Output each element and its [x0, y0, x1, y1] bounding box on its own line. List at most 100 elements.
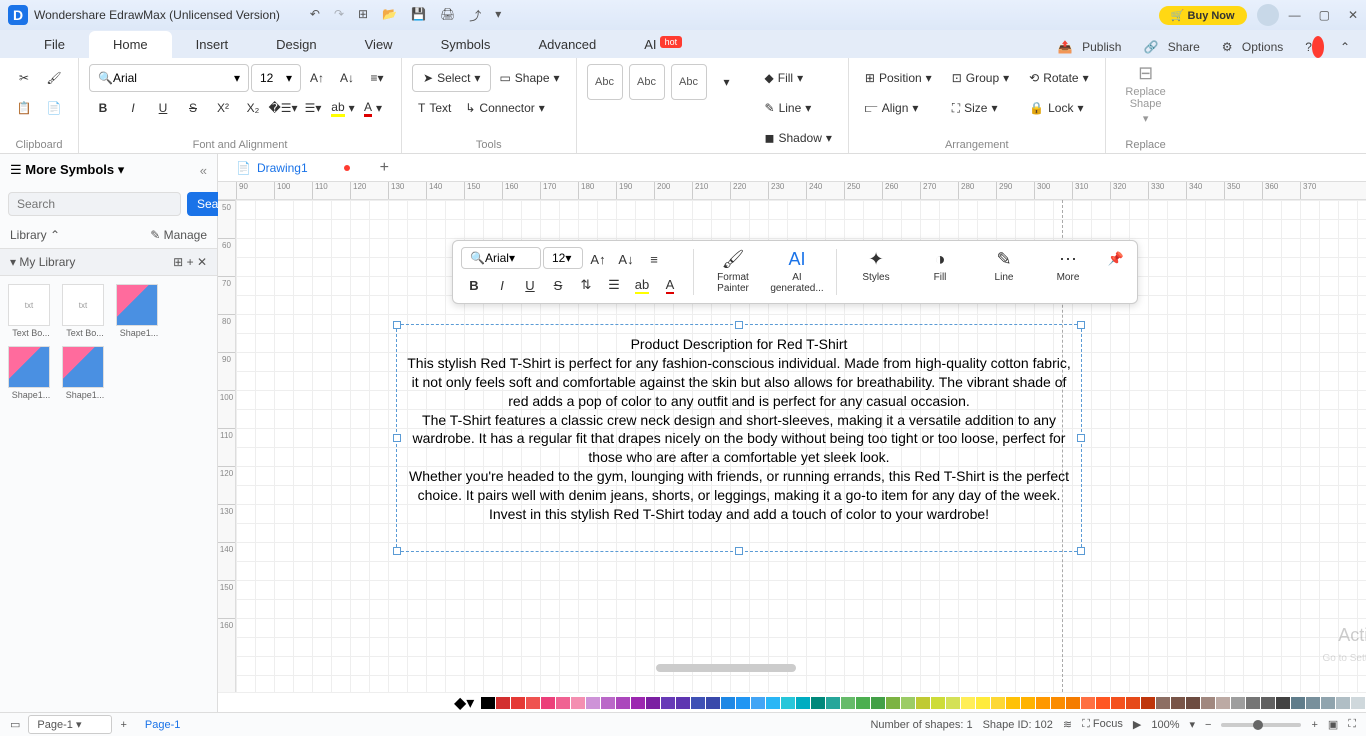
- color-swatch[interactable]: [1051, 697, 1065, 709]
- color-swatch[interactable]: [511, 697, 525, 709]
- color-swatch[interactable]: [586, 697, 600, 709]
- library-item[interactable]: Shape1...: [116, 284, 162, 338]
- hamburger-icon[interactable]: ☰: [10, 162, 22, 178]
- more-symbols-dropdown[interactable]: More Symbols ▾: [25, 162, 124, 178]
- paste-button[interactable]: 📄: [40, 94, 68, 122]
- color-swatch[interactable]: [826, 697, 840, 709]
- float-more[interactable]: ⋯More: [1039, 247, 1097, 285]
- format-painter-button[interactable]: 🖌: [40, 64, 68, 92]
- color-swatch[interactable]: [1021, 697, 1035, 709]
- float-italic-button[interactable]: I: [489, 273, 515, 297]
- float-pin-icon[interactable]: 📌: [1103, 247, 1129, 271]
- lib-add-icon[interactable]: +: [187, 255, 194, 269]
- color-swatch[interactable]: [931, 697, 945, 709]
- color-swatch[interactable]: [1276, 697, 1290, 709]
- color-swatch[interactable]: [721, 697, 735, 709]
- print-icon[interactable]: 🖨: [440, 7, 455, 24]
- highlight-button[interactable]: ab▾: [329, 94, 357, 122]
- float-decrease-font-icon[interactable]: A↓: [613, 247, 639, 271]
- horizontal-scrollbar[interactable]: [656, 664, 796, 672]
- collapse-sidebar-icon[interactable]: «: [200, 163, 207, 178]
- save-icon[interactable]: 💾: [411, 7, 426, 24]
- styles-more-icon[interactable]: ▾: [713, 68, 741, 96]
- document-tab[interactable]: 📄 Drawing1: [228, 157, 370, 179]
- close-icon[interactable]: ✕: [1348, 8, 1358, 22]
- color-swatch[interactable]: [1261, 697, 1275, 709]
- style-preset[interactable]: Abc: [671, 64, 707, 100]
- color-swatch[interactable]: [736, 697, 750, 709]
- color-swatch[interactable]: [481, 697, 495, 709]
- page-tab[interactable]: Page-1: [135, 717, 190, 733]
- shadow-button[interactable]: ◼ Shadow ▾: [759, 124, 838, 152]
- resize-handle[interactable]: [735, 547, 743, 555]
- new-icon[interactable]: ⊞: [358, 7, 368, 24]
- resize-handle[interactable]: [393, 434, 401, 442]
- float-bold-button[interactable]: B: [461, 273, 487, 297]
- export-icon[interactable]: ⤴: [469, 7, 481, 24]
- color-swatch[interactable]: [1216, 697, 1230, 709]
- replace-shape-button[interactable]: ⊟ Replace Shape ▾: [1116, 64, 1176, 124]
- theme-colors-icon[interactable]: ◆▾: [454, 693, 474, 713]
- color-swatch[interactable]: [916, 697, 930, 709]
- my-library-toggle[interactable]: ▾ My Library: [10, 255, 75, 269]
- float-styles[interactable]: ✦Styles: [847, 247, 905, 285]
- text-tool[interactable]: T Text: [412, 94, 457, 122]
- color-swatch[interactable]: [811, 697, 825, 709]
- color-swatch[interactable]: [601, 697, 615, 709]
- menu-design[interactable]: Design: [252, 31, 340, 58]
- publish-button[interactable]: 📤 Publish: [1052, 36, 1134, 58]
- user-avatar[interactable]: [1257, 4, 1279, 26]
- color-swatch[interactable]: [526, 697, 540, 709]
- resize-handle[interactable]: [1077, 434, 1085, 442]
- strikethrough-button[interactable]: S: [179, 94, 207, 122]
- canvas[interactable]: 🔍 Arial ▾ 12 ▾ A↑ A↓ ≡ B I U S ⇅: [236, 200, 1366, 692]
- color-swatch[interactable]: [1321, 697, 1335, 709]
- options-button[interactable]: ⚙ Options: [1216, 36, 1295, 58]
- color-swatch[interactable]: [541, 697, 555, 709]
- color-swatch[interactable]: [1096, 697, 1110, 709]
- help-button[interactable]: ?: [1299, 36, 1330, 58]
- line-button[interactable]: ✎ Line ▾: [759, 94, 838, 122]
- menu-advanced[interactable]: Advanced: [514, 31, 620, 58]
- float-strike-button[interactable]: S: [545, 273, 571, 297]
- color-swatch[interactable]: [901, 697, 915, 709]
- color-swatch[interactable]: [991, 697, 1005, 709]
- page-layout-icon[interactable]: ▭: [10, 718, 20, 731]
- menu-home[interactable]: Home: [89, 31, 172, 58]
- color-swatch[interactable]: [1351, 697, 1365, 709]
- open-icon[interactable]: 📂: [382, 7, 397, 24]
- resize-handle[interactable]: [1077, 321, 1085, 329]
- symbol-search-input[interactable]: [8, 192, 181, 216]
- presentation-icon[interactable]: ▶: [1133, 718, 1141, 731]
- color-swatch[interactable]: [1201, 697, 1215, 709]
- add-document-tab[interactable]: +: [370, 155, 399, 181]
- float-fontcolor-button[interactable]: A: [657, 273, 683, 297]
- page-selector[interactable]: Page-1 ▾: [28, 715, 112, 734]
- resize-handle[interactable]: [393, 547, 401, 555]
- color-swatch[interactable]: [1111, 697, 1125, 709]
- focus-button[interactable]: ⛶ Focus: [1082, 718, 1123, 731]
- color-swatch[interactable]: [691, 697, 705, 709]
- color-swatch[interactable]: [1036, 697, 1050, 709]
- float-font-combo[interactable]: 🔍 Arial ▾: [461, 247, 541, 269]
- share-button[interactable]: 🔗 Share: [1137, 36, 1211, 58]
- cut-button[interactable]: ✂: [10, 64, 38, 92]
- color-swatch[interactable]: [1006, 697, 1020, 709]
- color-swatch[interactable]: [1171, 697, 1185, 709]
- fullscreen-icon[interactable]: ⛶: [1348, 718, 1356, 731]
- library-item[interactable]: txtText Bo...: [62, 284, 108, 338]
- textbox-content[interactable]: Product Description for Red T-Shirt This…: [397, 325, 1081, 534]
- float-align-icon[interactable]: ≡: [641, 247, 667, 271]
- library-item[interactable]: Shape1...: [8, 346, 54, 400]
- float-highlight-button[interactable]: ab: [629, 273, 655, 297]
- color-swatch[interactable]: [571, 697, 585, 709]
- qat-more-icon[interactable]: ▾: [495, 7, 501, 24]
- float-increase-font-icon[interactable]: A↑: [585, 247, 611, 271]
- zoom-out-button[interactable]: −: [1205, 719, 1211, 731]
- font-color-button[interactable]: A▾: [359, 94, 387, 122]
- bullets-button[interactable]: ☰▾: [299, 94, 327, 122]
- color-swatch[interactable]: [781, 697, 795, 709]
- color-swatch[interactable]: [1156, 697, 1170, 709]
- manage-button[interactable]: ✎ Manage: [150, 228, 207, 242]
- subscript-button[interactable]: X₂: [239, 94, 267, 122]
